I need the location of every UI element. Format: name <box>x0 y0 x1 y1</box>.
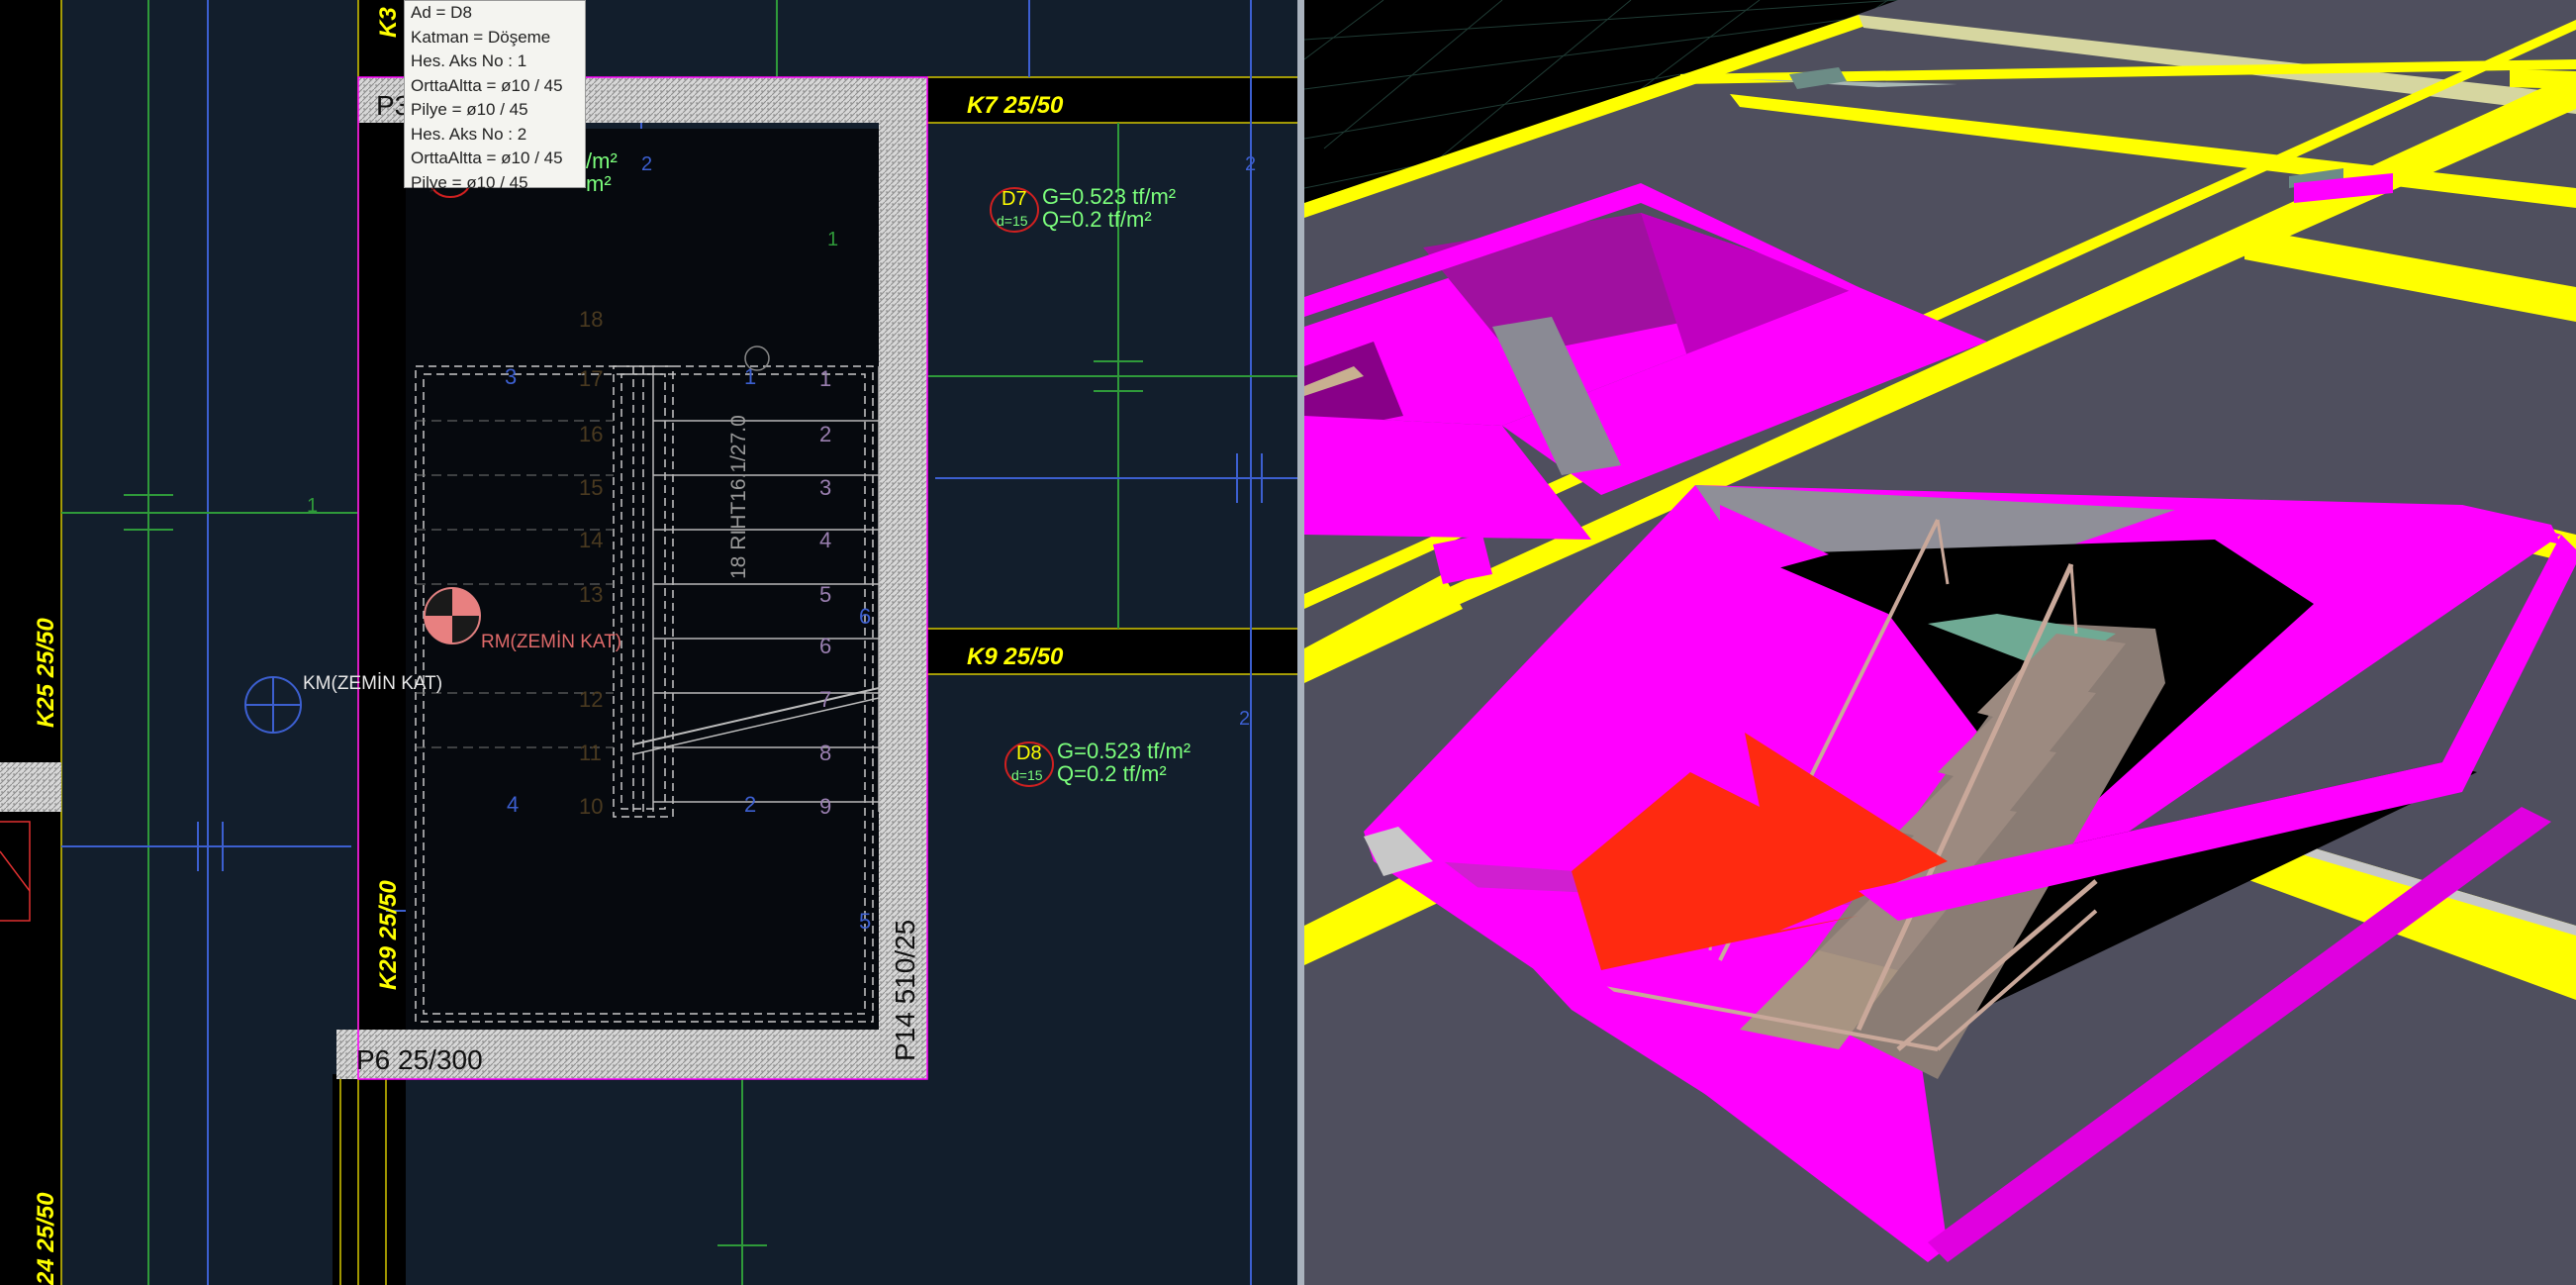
stair-step-18: 18 <box>579 307 603 332</box>
stair-step-12: 12 <box>579 687 603 712</box>
stair-step-14: 14 <box>579 528 603 552</box>
beam-label-k25[interactable]: K25 25/50 <box>33 618 59 728</box>
slab-d8-name: D8 <box>1016 742 1042 764</box>
3d-canvas[interactable] <box>1304 0 2576 1285</box>
axis-number-2b: 2 <box>1245 153 1256 175</box>
tooltip-line-bottom-1: OrttaAltta = ø10 / 45 <box>411 75 563 95</box>
slab-d7-name: D7 <box>1002 188 1027 210</box>
slab-d7-q: Q=0.2 tf/m² <box>1042 207 1152 232</box>
stair-step-9: 9 <box>819 794 831 819</box>
beam-label-k9[interactable]: K9 25/50 <box>967 643 1064 670</box>
tooltip-line-name: Ad = D8 <box>411 3 472 22</box>
view-splitter[interactable] <box>1297 0 1304 1285</box>
stair-step-2: 2 <box>819 422 831 446</box>
axis-number-1b: 1 <box>827 229 838 250</box>
tooltip-line-axis-1: Hes. Aks No : 1 <box>411 51 527 70</box>
3d-view[interactable] <box>1304 0 2576 1285</box>
stair-opening <box>406 129 879 1030</box>
tooltip-line-pilye-1: Pilye = ø10 / 45 <box>411 100 528 119</box>
wall-left-stub <box>0 762 61 812</box>
beam-label-k29[interactable]: K29 25/50 <box>375 880 402 990</box>
stair-step-4: 4 <box>819 528 831 552</box>
stair-step-5: 5 <box>819 582 831 607</box>
slab-d8-q: Q=0.2 tf/m² <box>1057 761 1167 786</box>
slab-d7[interactable]: D7 d=15 G=0.523 tf/m² Q=0.2 tf/m² <box>990 184 1176 233</box>
stair-label: 18 RIHT16.1/27.0 <box>727 415 750 579</box>
element-info-tooltip: Ad = D8 Katman = Döşeme Hes. Aks No : 1 … <box>404 0 586 192</box>
stair-step-17: 17 <box>579 366 603 391</box>
stair-step-16: 16 <box>579 422 603 446</box>
section-mark-4: 4 <box>507 792 519 817</box>
slab-partial-q: m² <box>586 171 612 196</box>
slab-d8[interactable]: D8 d=15 G=0.523 tf/m² Q=0.2 tf/m² <box>1004 739 1191 787</box>
tooltip-line-bottom-2: OrttaAltta = ø10 / 45 <box>411 148 563 167</box>
beam-label-k24[interactable]: 24 25/50 <box>33 1192 59 1285</box>
column-label-p6[interactable]: P6 25/300 <box>356 1044 483 1075</box>
slab-d8-g: G=0.523 tf/m² <box>1057 739 1191 763</box>
axis-number-1a: 1 <box>307 495 318 517</box>
slab-d7-thickness: d=15 <box>997 213 1028 229</box>
slab-d8-thickness: d=15 <box>1011 767 1043 783</box>
axis-number-2c: 2 <box>1239 708 1250 730</box>
plan-canvas[interactable]: K7 25/50 K9 25/50 K25 25/50 K29 25/50 24… <box>0 0 1297 1285</box>
axis-number-2a: 2 <box>641 153 652 175</box>
tooltip-line-axis-2: Hes. Aks No : 2 <box>411 124 527 144</box>
plan-view[interactable]: K7 25/50 K9 25/50 K25 25/50 K29 25/50 24… <box>0 0 1297 1285</box>
column-label-p14[interactable]: P14 510/25 <box>890 920 920 1061</box>
tooltip-line-pilye-2: Pilye = ø10 / 45 <box>411 172 528 192</box>
stair-step-11: 11 <box>579 741 602 765</box>
stair-step-1: 1 <box>819 366 831 391</box>
stair-step-6: 6 <box>819 634 831 658</box>
stair-step-15: 15 <box>579 475 603 500</box>
rm-label: RM(ZEMİN KAT) <box>481 632 621 652</box>
stair-step-7: 7 <box>819 687 831 712</box>
stair-step-3: 3 <box>819 475 831 500</box>
beam-label-k3[interactable]: K3 <box>375 7 402 38</box>
beam-label-k7[interactable]: K7 25/50 <box>967 92 1064 119</box>
slab-partial-g: /m² <box>586 148 618 173</box>
tooltip-line-layer: Katman = Döşeme <box>411 27 551 47</box>
section-mark-5: 5 <box>859 909 871 934</box>
slab-d7-g: G=0.523 tf/m² <box>1042 184 1176 209</box>
stair-step-8: 8 <box>819 741 831 765</box>
stair-step-13: 13 <box>579 582 603 607</box>
section-mark-3: 3 <box>505 364 517 389</box>
km-label: KM(ZEMİN KAT) <box>303 673 442 694</box>
section-mark-6: 6 <box>859 604 871 629</box>
section-mark-2: 2 <box>744 792 756 817</box>
stair-step-10: 10 <box>579 794 603 819</box>
